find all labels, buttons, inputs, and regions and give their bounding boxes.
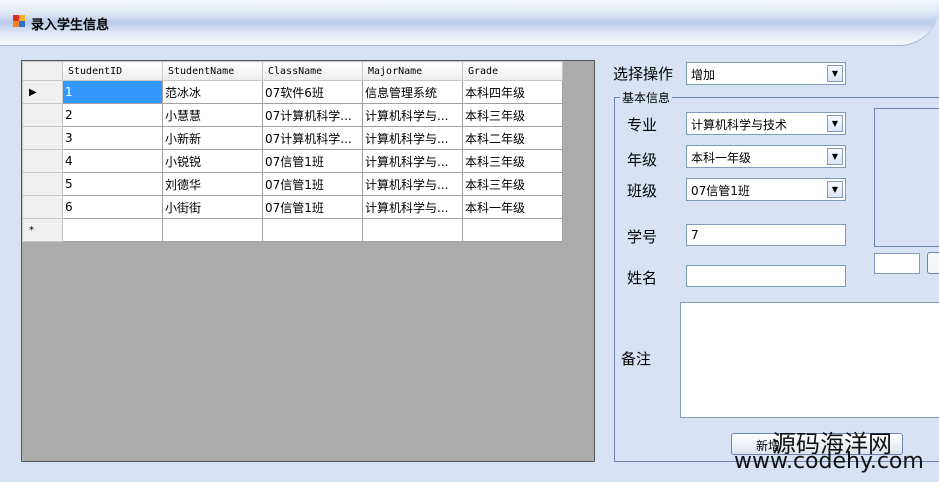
chevron-down-icon[interactable]: ▼ — [827, 65, 843, 82]
note-label: 备注 — [621, 350, 652, 368]
table-cell[interactable]: 计算机科学与... — [362, 149, 463, 173]
student-table[interactable]: StudentID StudentName ClassName MajorNam… — [22, 61, 563, 242]
row-header[interactable] — [22, 172, 63, 196]
table-cell[interactable]: 本科三年级 — [462, 149, 563, 173]
table-row[interactable]: 5 刘德华 07信管1班 计算机科学与... 本科三年级 — [22, 172, 563, 196]
table-cell[interactable]: 07信管1班 — [262, 172, 363, 196]
column-header[interactable]: StudentID — [62, 61, 163, 81]
column-header[interactable]: Grade — [462, 61, 563, 81]
operation-select[interactable]: 增加 ▼ — [686, 62, 846, 85]
table-cell[interactable]: 本科一年级 — [462, 195, 563, 219]
grade-select[interactable]: 本科一年级 ▼ — [686, 145, 846, 168]
major-label: 专业 — [627, 116, 658, 134]
table-cell[interactable]: 4 — [62, 149, 163, 173]
table-cell[interactable] — [462, 218, 563, 242]
table-cell[interactable]: 本科二年级 — [462, 126, 563, 150]
column-header[interactable]: MajorName — [362, 61, 463, 81]
corner-header[interactable] — [22, 61, 63, 81]
table-cell[interactable]: 小街街 — [162, 195, 263, 219]
row-header[interactable] — [22, 126, 63, 150]
major-select[interactable]: 计算机科学与技术 ▼ — [686, 112, 846, 135]
table-cell[interactable]: 5 — [62, 172, 163, 196]
class-select[interactable]: 07信管1班 ▼ — [686, 178, 846, 201]
student-id-input[interactable]: 7 — [686, 224, 846, 246]
table-cell[interactable]: 计算机科学与... — [362, 195, 463, 219]
operation-label: 选择操作 — [613, 65, 674, 83]
window-title: 录入学生信息 — [31, 18, 110, 33]
column-header[interactable]: StudentName — [162, 61, 263, 81]
chevron-down-icon[interactable]: ▼ — [827, 181, 843, 198]
note-textarea[interactable] — [680, 302, 939, 418]
table-cell[interactable]: 1 — [62, 80, 163, 104]
table-row[interactable]: 3 小新新 07计算机科学... 计算机科学与... 本科二年级 — [22, 126, 563, 150]
table-row[interactable]: 4 小锐锐 07信管1班 计算机科学与... 本科三年级 — [22, 149, 563, 173]
grade-label: 年级 — [627, 151, 658, 169]
table-cell[interactable]: 范冰冰 — [162, 80, 263, 104]
photo-box — [874, 108, 939, 247]
table-cell[interactable]: 刘德华 — [162, 172, 263, 196]
table-cell[interactable]: 07信管1班 — [262, 195, 363, 219]
table-cell[interactable] — [262, 218, 363, 242]
table-cell[interactable]: 小锐锐 — [162, 149, 263, 173]
row-header[interactable] — [22, 195, 63, 219]
table-cell[interactable]: 2 — [62, 103, 163, 127]
row-header[interactable] — [22, 103, 63, 127]
table-cell[interactable]: 本科三年级 — [462, 172, 563, 196]
row-header[interactable]: * — [22, 218, 63, 242]
table-cell[interactable]: 07计算机科学... — [262, 103, 363, 127]
table-cell[interactable]: 本科四年级 — [462, 80, 563, 104]
name-label: 姓名 — [627, 269, 658, 287]
name-input[interactable] — [686, 265, 846, 287]
table-cell[interactable]: 计算机科学与... — [362, 172, 463, 196]
table-cell[interactable]: 07计算机科学... — [262, 126, 363, 150]
browse-button[interactable] — [927, 252, 939, 274]
row-header[interactable] — [22, 149, 63, 173]
table-row[interactable]: 2 小慧慧 07计算机科学... 计算机科学与... 本科三年级 — [22, 103, 563, 127]
student-id-label: 学号 — [627, 228, 658, 246]
table-cell[interactable] — [62, 218, 163, 242]
table-cell[interactable]: 6 — [62, 195, 163, 219]
table-cell[interactable] — [162, 218, 263, 242]
new-row[interactable]: * — [22, 218, 563, 242]
title-bar — [0, 0, 939, 46]
major-value: 计算机科学与技术 — [691, 118, 788, 132]
class-value: 07信管1班 — [691, 184, 750, 198]
chevron-down-icon[interactable]: ▼ — [827, 148, 843, 165]
table-cell[interactable]: 信息管理系统 — [362, 80, 463, 104]
operation-value: 增加 — [691, 68, 716, 82]
grade-value: 本科一年级 — [691, 151, 752, 165]
row-header[interactable]: ▶ — [22, 80, 63, 104]
table-cell[interactable]: 07信管1班 — [262, 149, 363, 173]
table-row[interactable]: 6 小街街 07信管1班 计算机科学与... 本科一年级 — [22, 195, 563, 219]
table-row[interactable]: ▶ 1 范冰冰 07软件6班 信息管理系统 本科四年级 — [22, 80, 563, 104]
photo-path-input[interactable] — [874, 253, 920, 274]
table-cell[interactable]: 3 — [62, 126, 163, 150]
table-cell[interactable]: 小慧慧 — [162, 103, 263, 127]
group-title: 基本信息 — [620, 89, 673, 106]
watermark-url: www.codehy.com — [734, 449, 924, 474]
table-cell[interactable] — [362, 218, 463, 242]
student-grid[interactable]: StudentID StudentName ClassName MajorNam… — [21, 60, 595, 462]
chevron-down-icon[interactable]: ▼ — [827, 115, 843, 132]
table-cell[interactable]: 计算机科学与... — [362, 126, 463, 150]
class-label: 班级 — [627, 182, 658, 200]
table-cell[interactable]: 小新新 — [162, 126, 263, 150]
table-cell[interactable]: 07软件6班 — [262, 80, 363, 104]
column-header[interactable]: ClassName — [262, 61, 363, 81]
table-cell[interactable]: 本科三年级 — [462, 103, 563, 127]
table-cell[interactable]: 计算机科学与... — [362, 103, 463, 127]
app-icon — [13, 15, 26, 28]
